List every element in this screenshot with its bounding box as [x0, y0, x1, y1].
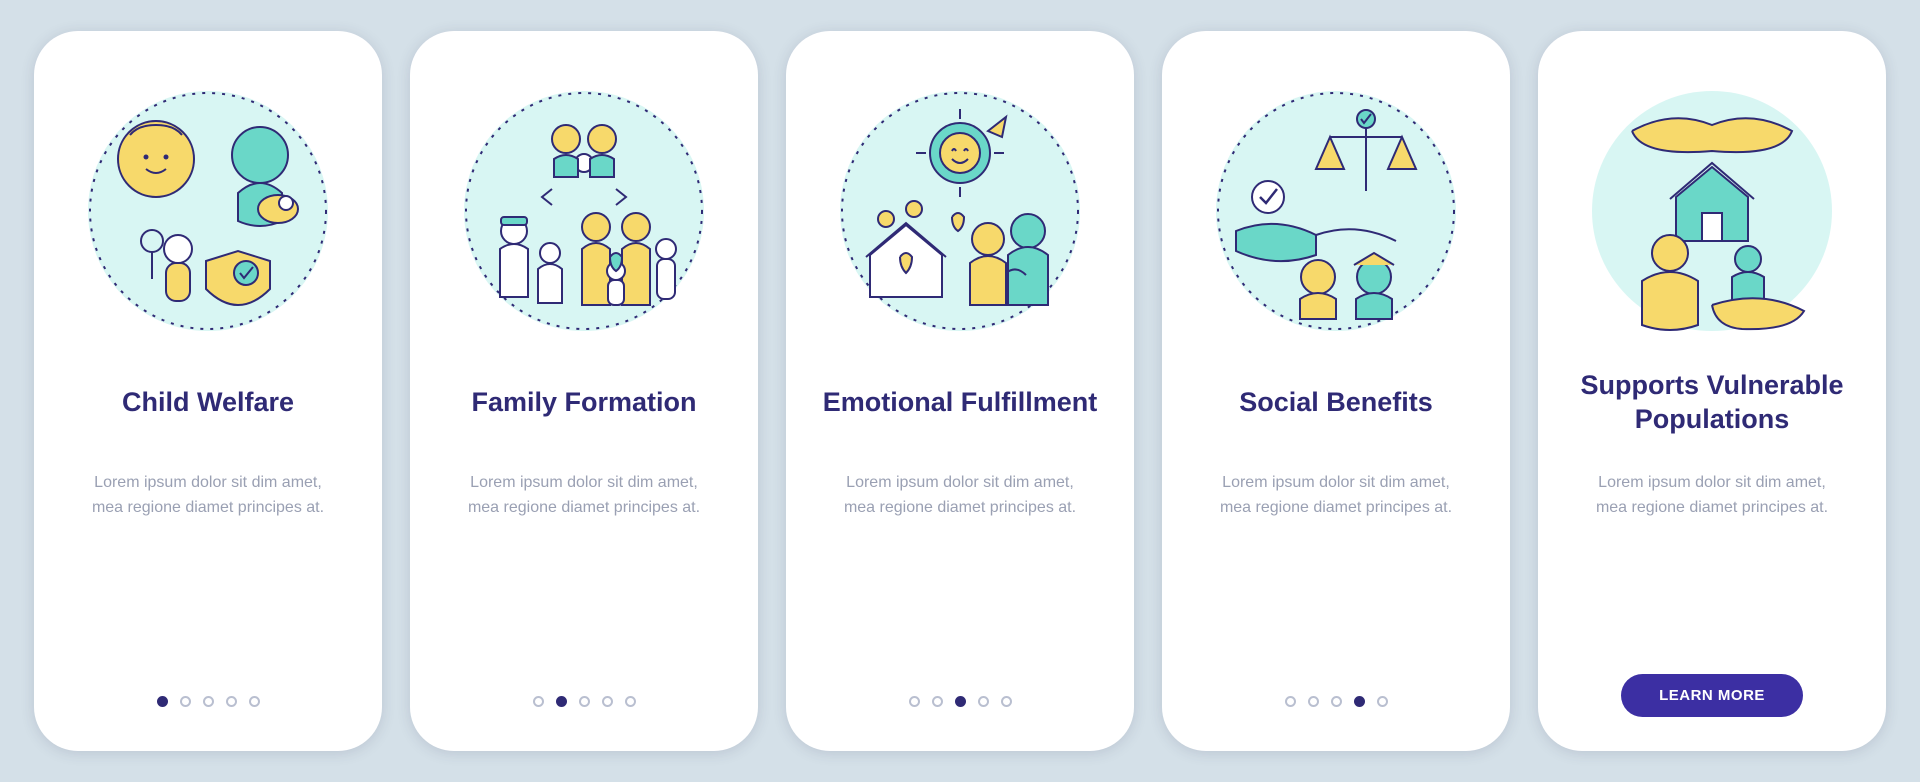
dot-4[interactable] [1001, 696, 1012, 707]
dot-1[interactable] [932, 696, 943, 707]
card-desc: Lorem ipsum dolor sit dim amet, mea regi… [64, 471, 352, 521]
card-desc: Lorem ipsum dolor sit dim amet, mea regi… [1192, 471, 1480, 521]
dot-0[interactable] [909, 696, 920, 707]
learn-more-button[interactable]: LEARN MORE [1621, 674, 1803, 717]
dot-2[interactable] [1331, 696, 1342, 707]
onboarding-card-3: Social Benefits Lorem ipsum dolor sit di… [1162, 31, 1510, 751]
social-benefits-icon [1206, 81, 1466, 341]
dot-0[interactable] [533, 696, 544, 707]
dot-2[interactable] [579, 696, 590, 707]
dot-3[interactable] [1354, 696, 1365, 707]
dot-0[interactable] [1285, 696, 1296, 707]
dot-2[interactable] [955, 696, 966, 707]
dot-1[interactable] [180, 696, 191, 707]
onboarding-card-0: Child Welfare Lorem ipsum dolor sit dim … [34, 31, 382, 751]
pagination-dots [410, 696, 758, 707]
vulnerable-populations-icon [1582, 81, 1842, 341]
pagination-dots [1162, 696, 1510, 707]
pagination-dots [34, 696, 382, 707]
dot-1[interactable] [1308, 696, 1319, 707]
card-title: Family Formation [471, 369, 696, 437]
card-desc: Lorem ipsum dolor sit dim amet, mea regi… [1568, 471, 1856, 521]
dot-4[interactable] [249, 696, 260, 707]
onboarding-card-1: Family Formation Lorem ipsum dolor sit d… [410, 31, 758, 751]
dot-3[interactable] [978, 696, 989, 707]
dot-4[interactable] [625, 696, 636, 707]
card-title: Emotional Fulfillment [823, 369, 1098, 437]
child-welfare-icon [78, 81, 338, 341]
dot-4[interactable] [1377, 696, 1388, 707]
dot-0[interactable] [157, 696, 168, 707]
dot-1[interactable] [556, 696, 567, 707]
emotional-fulfillment-icon [830, 81, 1090, 341]
pagination-dots [786, 696, 1134, 707]
dot-2[interactable] [203, 696, 214, 707]
dot-3[interactable] [226, 696, 237, 707]
card-title: Child Welfare [122, 369, 294, 437]
card-title: Supports Vulnerable Populations [1568, 369, 1856, 437]
dot-3[interactable] [602, 696, 613, 707]
onboarding-card-4: Supports Vulnerable Populations Lorem ip… [1538, 31, 1886, 751]
card-title: Social Benefits [1239, 369, 1433, 437]
family-formation-icon [454, 81, 714, 341]
card-desc: Lorem ipsum dolor sit dim amet, mea regi… [816, 471, 1104, 521]
card-desc: Lorem ipsum dolor sit dim amet, mea regi… [440, 471, 728, 521]
onboarding-card-2: Emotional Fulfillment Lorem ipsum dolor … [786, 31, 1134, 751]
